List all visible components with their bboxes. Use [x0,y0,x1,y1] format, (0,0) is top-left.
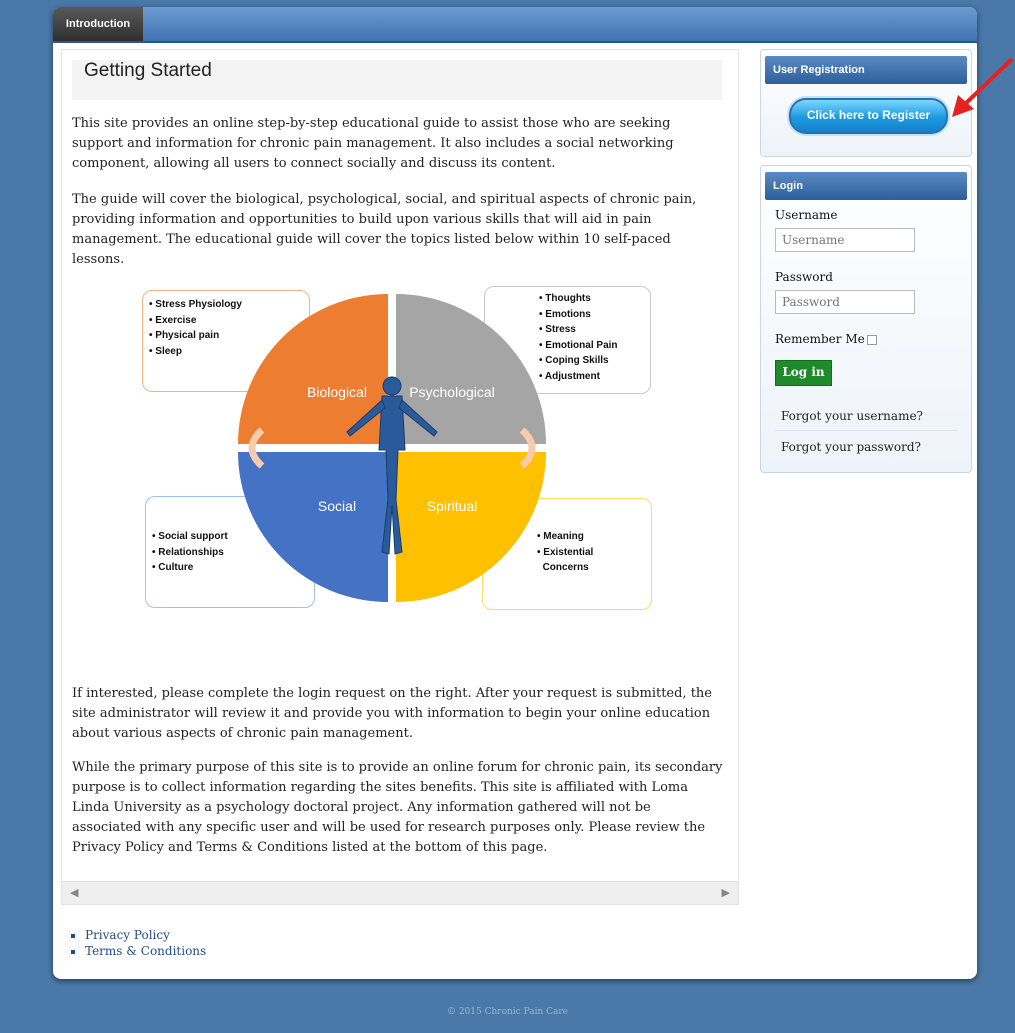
page-title-bar: Getting Started [72,60,722,100]
login-button[interactable]: Log in [775,360,832,386]
page-container: Introduction Getting Started This site p… [53,7,977,979]
scroll-right-icon[interactable]: ▶ [722,886,730,899]
password-input[interactable] [775,290,915,314]
terms-conditions-link[interactable]: Terms & Conditions [85,944,206,958]
psychological-label: Psychological [409,384,495,400]
remember-me-label: Remember Me [775,332,865,346]
remember-me-row: Remember Me [775,332,877,346]
horizontal-scrollbar[interactable]: ◀ ▶ [62,881,738,904]
footer-links: Privacy Policy Terms & Conditions [65,927,206,959]
intro-paragraph-1: This site provides an online step-by-ste… [72,116,674,171]
intro-paragraph-2: The guide will cover the biological, psy… [72,192,697,267]
top-nav-bar: Introduction [53,7,977,43]
divider [775,430,957,431]
username-label: Username [775,208,838,222]
aspects-pie-graphic: Biological Psychological Social Spiritua… [238,294,546,602]
username-input[interactable] [775,228,915,252]
tab-introduction[interactable]: Introduction [53,7,143,41]
chronic-pain-aspects-diagram: Stress Physiology Exercise Physical pain… [142,286,662,610]
password-label: Password [775,270,833,284]
remember-me-checkbox[interactable] [866,334,877,345]
login-heading: Login [765,172,967,200]
login-panel: Login Username Password Remember Me Log … [760,165,972,473]
user-registration-panel: User Registration Click here to Register [760,49,972,157]
spiritual-quadrant [396,452,546,602]
cycle-arrow-left [248,427,265,469]
biological-label: Biological [307,384,367,400]
registration-heading: User Registration [765,56,967,84]
list-item: Privacy Policy [85,927,206,943]
main-content: Getting Started This site provides an on… [61,49,739,905]
social-label: Social [318,498,356,514]
annotation-arrow-icon [952,57,1014,117]
forgot-password-link[interactable]: Forgot your password? [781,440,921,454]
forgot-username-link[interactable]: Forgot your username? [781,409,923,423]
info-paragraph-4: While the primary purpose of this site i… [72,760,723,855]
spiritual-label: Spiritual [427,498,478,514]
social-quadrant [238,452,388,602]
copyright-text: © 2015 Chronic Pain Care [446,1007,569,1017]
page-title: Getting Started [84,60,212,81]
register-button[interactable]: Click here to Register [789,98,948,134]
list-item: Terms & Conditions [85,943,206,959]
scroll-left-icon[interactable]: ◀ [70,886,78,899]
privacy-policy-link[interactable]: Privacy Policy [85,928,170,942]
cycle-arrow-right [519,427,536,469]
info-paragraph-3: If interested, please complete the login… [72,686,712,741]
